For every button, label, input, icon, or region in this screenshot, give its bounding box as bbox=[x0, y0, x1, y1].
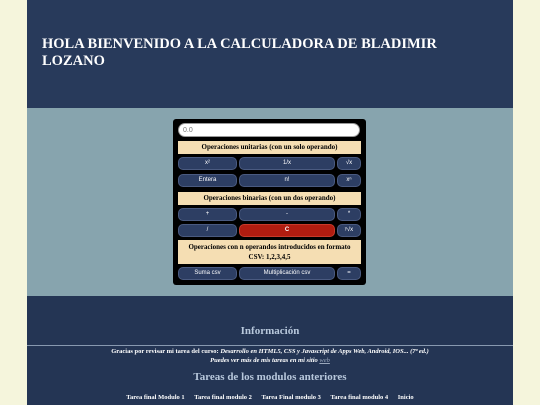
page-container: HOLA BIENVENIDO A LA CALCULADORA DE BLAD… bbox=[27, 0, 513, 405]
csv-heading: Operaciones con n operandos introducidos… bbox=[178, 240, 361, 264]
link-module-4[interactable]: Tarea final modulo 4 bbox=[331, 394, 389, 401]
header: HOLA BIENVENIDO A LA CALCULADORA DE BLAD… bbox=[27, 0, 513, 108]
subtract-button[interactable]: - bbox=[239, 208, 335, 221]
page-title: HOLA BIENVENIDO A LA CALCULADORA DE BLAD… bbox=[42, 36, 437, 69]
site-link[interactable]: web bbox=[319, 357, 329, 364]
add-button[interactable]: + bbox=[178, 208, 237, 221]
prev-tasks-links: Tarea final Modulo 1 Tarea final modulo … bbox=[27, 394, 513, 401]
sqrt-button[interactable]: √x bbox=[337, 157, 361, 170]
display-input[interactable] bbox=[178, 123, 360, 137]
calculator-area: Operaciones unitarias (con un solo opera… bbox=[27, 108, 513, 296]
binary-heading: Operaciones binarias (con un dos operand… bbox=[178, 192, 361, 205]
thanks-text: Gracias por revisar mi tarea del curso: … bbox=[27, 347, 513, 365]
square-button[interactable]: x² bbox=[178, 157, 237, 170]
link-module-2[interactable]: Tarea final modulo 2 bbox=[194, 394, 252, 401]
factorial-button[interactable]: n! bbox=[239, 174, 335, 187]
info-heading: Información bbox=[240, 325, 300, 337]
link-module-1[interactable]: Tarea final Modulo 1 bbox=[126, 394, 184, 401]
equals-button[interactable]: = bbox=[337, 267, 361, 280]
footer-divider bbox=[27, 345, 513, 346]
prev-tasks-heading: Tareas de los modulos anteriores bbox=[193, 371, 347, 383]
calculator: Operaciones unitarias (con un solo opera… bbox=[173, 119, 366, 285]
link-module-3[interactable]: Tarea Final modulo 3 bbox=[262, 394, 321, 401]
thanks-prefix: Gracias por revisar mi tarea del curso: bbox=[111, 348, 219, 355]
reciprocal-button[interactable]: 1/x bbox=[239, 157, 335, 170]
multiply-button[interactable]: * bbox=[337, 208, 361, 221]
sum-csv-button[interactable]: Suma csv bbox=[178, 267, 237, 280]
site-text: Puedes ver más de mis tareas en mi sitio bbox=[210, 357, 318, 364]
integer-button[interactable]: Entera bbox=[178, 174, 237, 187]
power-button[interactable]: xⁿ bbox=[337, 174, 361, 187]
root-button[interactable]: ʸ√x bbox=[337, 224, 361, 237]
clear-button[interactable]: C bbox=[239, 224, 335, 237]
multiply-csv-button[interactable]: Multiplicación csv bbox=[239, 267, 335, 280]
unary-heading: Operaciones unitarias (con un solo opera… bbox=[178, 141, 361, 154]
divide-button[interactable]: / bbox=[178, 224, 237, 237]
course-name: Desarrollo en HTML5, CSS y Javascript de… bbox=[220, 348, 429, 355]
link-home[interactable]: Inicio bbox=[398, 394, 414, 401]
